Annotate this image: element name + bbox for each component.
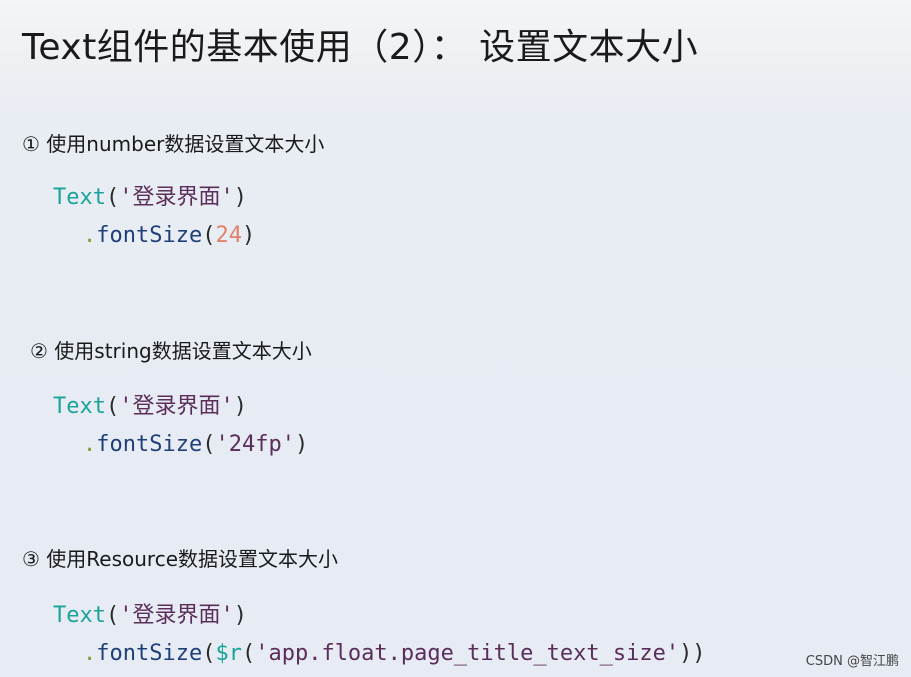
code-class-token: Text: [53, 603, 106, 628]
section-heading-resource: ③ 使用Resource数据设置文本大小: [22, 547, 339, 571]
code-dot-token: .: [83, 432, 97, 457]
section-heading-string: ② 使用string数据设置文本大小: [30, 339, 312, 363]
code-paren-close: ): [241, 223, 256, 248]
code-method-token: fontSize: [96, 641, 203, 666]
code-method-token: fontSize: [96, 432, 203, 457]
code-paren-open: (: [241, 641, 256, 666]
code-line-text-call: Text('登录界面'): [53, 392, 247, 422]
code-resource-token: $r: [215, 641, 242, 666]
code-string-token: '24fp': [215, 432, 295, 457]
code-paren-close: ): [233, 394, 247, 419]
code-number-token: 24: [215, 223, 242, 248]
code-paren-open: (: [202, 223, 216, 248]
code-class-token: Text: [53, 394, 106, 419]
code-class-token: Text: [53, 185, 106, 210]
code-line-text-call: Text('登录界面'): [53, 183, 247, 213]
code-paren-close: )): [679, 641, 706, 666]
code-paren-close: ): [294, 432, 309, 457]
code-paren-open: (: [202, 432, 216, 457]
page-title: Text组件的基本使用（2）： 设置文本大小: [22, 27, 699, 68]
section-heading-number: ① 使用number数据设置文本大小: [22, 132, 325, 156]
code-string-token: '登录界面': [119, 394, 234, 419]
code-paren-open: (: [202, 641, 216, 666]
code-string-token: '登录界面': [119, 185, 234, 210]
code-paren-close: ): [233, 185, 247, 210]
code-paren-open: (: [105, 394, 120, 419]
watermark: CSDN @智江鹏: [805, 654, 899, 669]
code-string-token: 'app.float.page_title_text_size': [255, 641, 680, 666]
code-dot-token: .: [83, 641, 97, 666]
code-method-token: fontSize: [96, 223, 203, 248]
code-line-fontsize-call: .fontSize(24): [83, 221, 255, 251]
code-paren-close: ): [233, 603, 247, 628]
code-paren-open: (: [105, 603, 120, 628]
code-line-fontsize-call: .fontSize($r('app.float.page_title_text_…: [83, 639, 706, 669]
code-paren-open: (: [105, 185, 120, 210]
code-line-text-call: Text('登录界面'): [53, 601, 247, 631]
code-string-token: '登录界面': [119, 603, 234, 628]
code-line-fontsize-call: .fontSize('24fp'): [83, 430, 308, 460]
code-dot-token: .: [83, 223, 97, 248]
